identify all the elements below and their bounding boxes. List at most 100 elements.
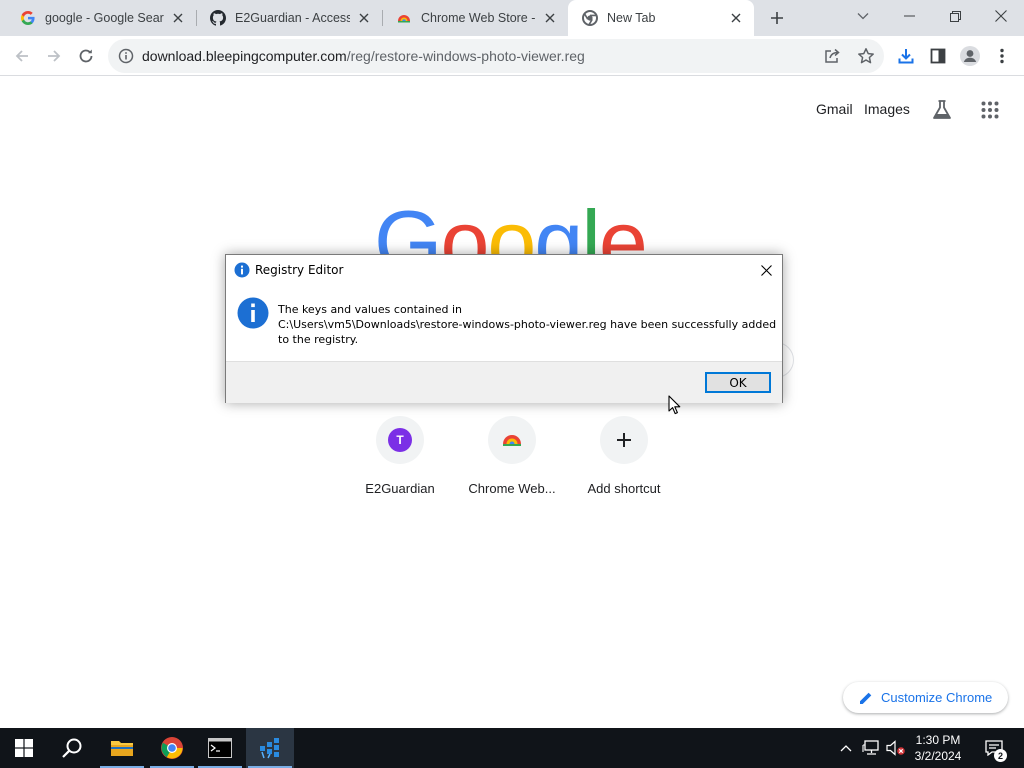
tab-close-icon[interactable] [356, 10, 372, 26]
minimize-button[interactable] [886, 0, 932, 32]
url-path: /reg/restore-windows-photo-viewer.reg [346, 48, 585, 64]
shortcut-icon-circle [600, 416, 648, 464]
forward-button[interactable] [40, 42, 68, 70]
chrome-menu-button[interactable] [988, 42, 1016, 70]
mouse-cursor-icon [668, 395, 681, 420]
tab-e2guardian[interactable]: E2Guardian - Access Denied [196, 0, 382, 36]
search-button[interactable] [48, 728, 96, 768]
message-line: C:\Users\vm5\Downloads\restore-windows-p… [278, 318, 777, 331]
plus-icon [617, 433, 631, 447]
clock[interactable]: 1:30 PM 3/2/2024 [904, 732, 972, 764]
tab-google-search[interactable]: google - Google Search [6, 0, 196, 36]
gmail-link[interactable]: Gmail [816, 101, 853, 117]
dialog-message: The keys and values contained in C:\User… [278, 302, 778, 347]
download-icon [898, 49, 914, 64]
pencil-icon [859, 691, 873, 705]
action-center-button[interactable] [980, 728, 1008, 768]
minimize-icon [903, 15, 915, 17]
command-prompt-icon [208, 738, 232, 758]
github-icon [210, 10, 226, 26]
profile-avatar-icon [960, 46, 980, 66]
customize-chrome-label: Customize Chrome [881, 690, 993, 705]
apps-grid-icon[interactable] [976, 96, 1004, 124]
registry-editor-taskbar-button[interactable] [246, 728, 294, 768]
google-g-icon [20, 10, 36, 26]
bookmark-star-icon[interactable] [856, 46, 876, 66]
url-text[interactable]: download.bleepingcomputer.com/reg/restor… [142, 48, 585, 64]
logo-letter: G [374, 198, 442, 262]
side-panel-icon [930, 48, 946, 64]
tab-new-tab[interactable]: New Tab [568, 0, 754, 36]
notification-count-badge: 2 [994, 749, 1007, 762]
clock-time: 1:30 PM [915, 733, 961, 747]
logo-letter: e [598, 198, 648, 262]
tab-strip: google - Google Search E2Guardian - Acce… [0, 0, 1024, 36]
start-button[interactable] [0, 728, 48, 768]
dialog-title-bar[interactable]: Registry Editor [226, 255, 782, 285]
tab-title: E2Guardian - Access Denied [235, 11, 350, 25]
chevron-up-icon [840, 745, 852, 752]
restore-icon [949, 10, 961, 22]
network-button[interactable] [860, 728, 882, 768]
chrome-icon [161, 737, 183, 759]
reload-icon [79, 49, 93, 63]
shortcut-label: Add shortcut [587, 481, 661, 496]
share-icon[interactable] [822, 46, 842, 66]
shortcut-chrome-web-store[interactable]: Chrome Web... [456, 416, 568, 496]
add-shortcut[interactable]: Add shortcut [568, 416, 680, 496]
chrome-web-store-icon [396, 10, 412, 26]
tab-title: Chrome Web Store - Extensions [421, 11, 536, 25]
tab-close-icon[interactable] [170, 10, 186, 26]
side-panel-button[interactable] [924, 42, 952, 70]
information-icon [237, 297, 269, 333]
message-line: The keys and values contained in [278, 303, 463, 316]
file-explorer-button[interactable] [98, 728, 146, 768]
logo-letter: o [440, 198, 489, 262]
site-info-icon[interactable] [118, 48, 134, 69]
browser-toolbar: download.bleepingcomputer.com/reg/restor… [0, 36, 1024, 76]
downloads-button[interactable] [892, 42, 920, 70]
shortcut-icon-circle: T [376, 416, 424, 464]
shortcut-label: E2Guardian [365, 481, 435, 496]
tab-search-button[interactable] [840, 0, 886, 32]
chrome-taskbar-button[interactable] [148, 728, 196, 768]
logo-letter: o [487, 198, 536, 262]
tab-title: google - Google Search [45, 11, 164, 25]
close-icon [760, 264, 772, 276]
dialog-title: Registry Editor [255, 263, 344, 277]
url-host: download.bleepingcomputer.com [142, 48, 347, 64]
shortcut-label: Chrome Web... [468, 481, 556, 496]
volume-muted-icon [886, 740, 905, 756]
shortcut-e2guardian[interactable]: T E2Guardian [344, 416, 456, 496]
tab-title: New Tab [607, 11, 656, 25]
restore-button[interactable] [932, 0, 978, 32]
tab-close-icon[interactable] [728, 10, 744, 26]
logo-letter: l [581, 198, 601, 262]
arrow-left-icon [15, 50, 28, 62]
address-bar[interactable]: download.bleepingcomputer.com/reg/restor… [108, 39, 884, 73]
images-link[interactable]: Images [864, 101, 910, 117]
clock-date: 3/2/2024 [914, 749, 962, 763]
message-line: to the registry. [278, 333, 359, 346]
reload-button[interactable] [72, 42, 100, 70]
terminal-taskbar-button[interactable] [196, 728, 244, 768]
chrome-icon [582, 10, 598, 26]
logo-letter: g [534, 198, 583, 262]
search-icon [62, 738, 82, 758]
dialog-close-button[interactable] [750, 255, 782, 285]
back-button[interactable] [8, 42, 36, 70]
close-window-button[interactable] [978, 0, 1024, 32]
tab-close-icon[interactable] [542, 10, 558, 26]
ok-button[interactable]: OK [705, 372, 771, 393]
registry-editor-icon [260, 738, 279, 759]
arrow-right-icon [48, 50, 61, 62]
show-hidden-icons-button[interactable] [836, 728, 856, 768]
letter-badge-icon: T [388, 428, 412, 452]
dialog-footer: OK [226, 361, 782, 403]
profile-button[interactable] [956, 42, 984, 70]
new-tab-button[interactable] [764, 5, 790, 31]
shortcut-icon-circle [488, 416, 536, 464]
tab-chrome-web-store[interactable]: Chrome Web Store - Extensions [382, 0, 568, 36]
customize-chrome-button[interactable]: Customize Chrome [843, 682, 1008, 713]
labs-flask-icon[interactable] [928, 96, 956, 124]
